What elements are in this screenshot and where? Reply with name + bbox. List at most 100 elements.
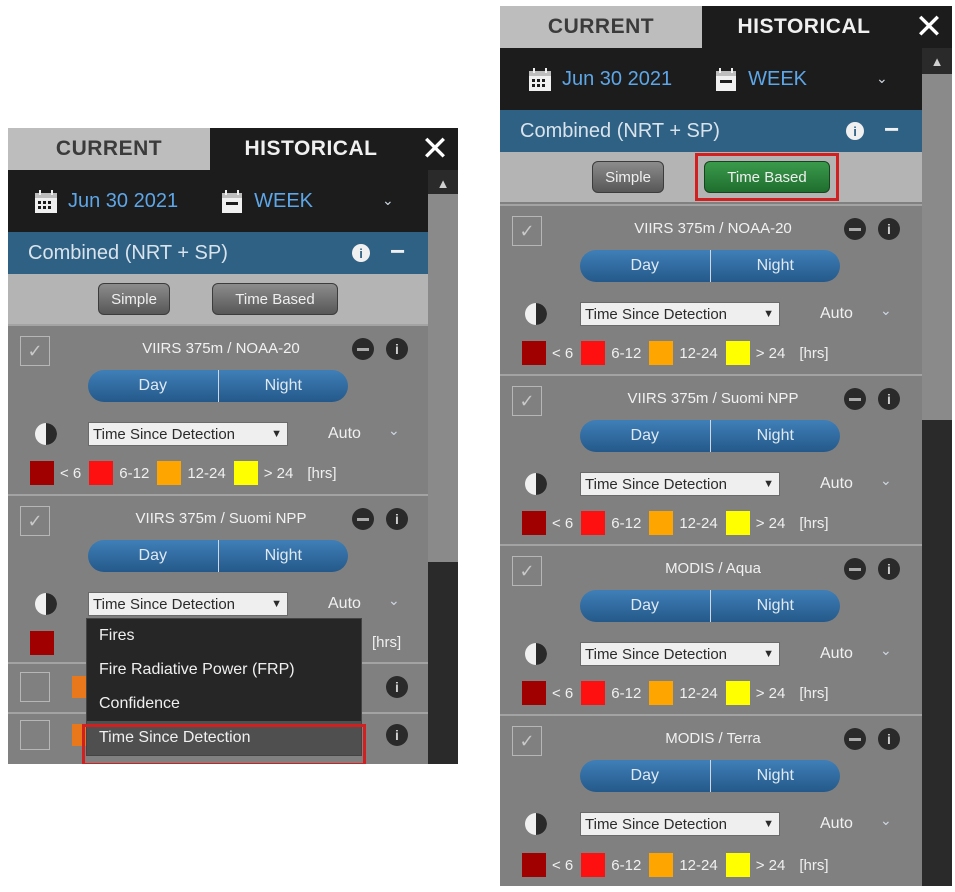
minus-icon[interactable] xyxy=(352,338,374,360)
day-button[interactable]: Day xyxy=(580,590,710,622)
auto-label[interactable]: Auto xyxy=(820,475,853,493)
day-night-toggle: Day Night xyxy=(580,760,840,792)
minus-icon[interactable]: − xyxy=(390,236,405,267)
source-title: Combined (NRT + SP) xyxy=(520,119,720,142)
day-button[interactable]: Day xyxy=(88,370,218,402)
list-calendar-icon[interactable] xyxy=(220,190,244,213)
calendar-icon[interactable] xyxy=(34,190,58,213)
chevron-down-icon[interactable]: ⌄ xyxy=(880,472,892,489)
chevron-down-icon[interactable]: ⌄ xyxy=(382,192,394,209)
dropdown-option[interactable]: Fires xyxy=(87,619,361,653)
info-icon[interactable]: i xyxy=(386,724,408,746)
color-by-select[interactable]: Time Since Detection ▼ xyxy=(580,472,780,496)
info-icon[interactable]: i xyxy=(386,338,408,360)
selection-highlight xyxy=(695,153,839,201)
info-icon[interactable]: i xyxy=(878,218,900,240)
color-by-select[interactable]: Time Since Detection ▼ xyxy=(580,302,780,326)
period-value[interactable]: WEEK xyxy=(748,68,807,91)
scrollbar[interactable]: ▲ xyxy=(922,48,952,886)
night-button[interactable]: Night xyxy=(709,590,840,622)
day-button[interactable]: Day xyxy=(580,760,710,792)
tab-current[interactable]: CURRENT xyxy=(500,6,702,48)
dropdown-option[interactable]: Confidence xyxy=(87,687,361,721)
minus-icon[interactable] xyxy=(844,728,866,750)
contrast-icon[interactable] xyxy=(522,300,550,328)
tab-historical[interactable]: HISTORICAL xyxy=(210,128,412,170)
minus-icon[interactable] xyxy=(844,388,866,410)
contrast-icon[interactable] xyxy=(522,470,550,498)
night-button[interactable]: Night xyxy=(709,760,840,792)
minus-icon[interactable] xyxy=(844,218,866,240)
scrollbar-thumb[interactable] xyxy=(922,74,952,420)
auto-label[interactable]: Auto xyxy=(328,595,361,613)
contrast-icon[interactable] xyxy=(32,590,60,618)
layer-checkbox[interactable]: ✓ xyxy=(512,726,542,756)
contrast-icon[interactable] xyxy=(522,640,550,668)
close-icon[interactable]: ✕ xyxy=(906,6,952,48)
time-based-button[interactable]: Time Based xyxy=(212,283,338,315)
layer-checkbox[interactable] xyxy=(20,720,50,750)
night-button[interactable]: Night xyxy=(709,420,840,452)
info-icon[interactable]: i xyxy=(386,676,408,698)
chevron-down-icon[interactable]: ⌄ xyxy=(388,592,400,609)
calendar-icon[interactable] xyxy=(528,68,552,91)
caret-up-icon[interactable]: ▲ xyxy=(428,176,458,191)
checkmark-icon: ✓ xyxy=(519,390,535,411)
scrollbar-thumb[interactable] xyxy=(428,194,458,562)
day-button[interactable]: Day xyxy=(580,250,710,282)
minus-icon[interactable]: − xyxy=(884,114,899,145)
color-by-select[interactable]: Time Since Detection ▼ xyxy=(88,592,288,616)
scrollbar[interactable]: ▲ xyxy=(428,170,458,764)
chevron-down-icon: ▼ xyxy=(271,428,282,440)
auto-label[interactable]: Auto xyxy=(820,645,853,663)
close-icon[interactable]: ✕ xyxy=(412,128,458,170)
tab-current[interactable]: CURRENT xyxy=(8,128,210,170)
auto-label[interactable]: Auto xyxy=(328,425,361,443)
color-by-select[interactable]: Time Since Detection ▼ xyxy=(580,812,780,836)
info-icon[interactable]: i xyxy=(878,558,900,580)
legend-swatch xyxy=(581,853,606,877)
minus-icon[interactable] xyxy=(352,508,374,530)
color-by-select[interactable]: Time Since Detection ▼ xyxy=(580,642,780,666)
date-value[interactable]: Jun 30 2021 xyxy=(68,190,178,213)
night-button[interactable]: Night xyxy=(217,370,348,402)
dropdown-option[interactable]: Fire Radiative Power (FRP) xyxy=(87,653,361,687)
layer-checkbox[interactable]: ✓ xyxy=(512,216,542,246)
date-bar: Jun 30 2021 WEEK ⌄ xyxy=(500,48,922,110)
simple-button[interactable]: Simple xyxy=(592,161,664,193)
day-button[interactable]: Day xyxy=(580,420,710,452)
chevron-down-icon[interactable]: ⌄ xyxy=(880,302,892,319)
chevron-down-icon[interactable]: ⌄ xyxy=(880,642,892,659)
legend-swatch xyxy=(522,681,546,705)
chevron-down-icon[interactable]: ⌄ xyxy=(388,422,400,439)
minus-icon[interactable] xyxy=(844,558,866,580)
day-button[interactable]: Day xyxy=(88,540,218,572)
tab-historical[interactable]: HISTORICAL xyxy=(702,6,906,48)
layer-checkbox[interactable]: ✓ xyxy=(20,336,50,366)
auto-label[interactable]: Auto xyxy=(820,305,853,323)
caret-up-icon[interactable]: ▲ xyxy=(922,54,952,69)
night-button[interactable]: Night xyxy=(217,540,348,572)
night-button[interactable]: Night xyxy=(709,250,840,282)
color-by-select[interactable]: Time Since Detection ▼ xyxy=(88,422,288,446)
info-icon[interactable]: i xyxy=(352,244,370,262)
layer-checkbox[interactable]: ✓ xyxy=(512,386,542,416)
simple-button[interactable]: Simple xyxy=(98,283,170,315)
contrast-icon[interactable] xyxy=(522,810,550,838)
date-value[interactable]: Jun 30 2021 xyxy=(562,68,672,91)
period-value[interactable]: WEEK xyxy=(254,190,313,213)
info-icon[interactable]: i xyxy=(386,508,408,530)
chevron-down-icon[interactable]: ⌄ xyxy=(876,70,888,87)
info-icon[interactable]: i xyxy=(846,122,864,140)
layer-checkbox[interactable] xyxy=(20,672,50,702)
contrast-icon[interactable] xyxy=(32,420,60,448)
layer-checkbox[interactable]: ✓ xyxy=(512,556,542,586)
layer-checkbox[interactable]: ✓ xyxy=(20,506,50,536)
chevron-down-icon: ▼ xyxy=(763,648,774,660)
auto-label[interactable]: Auto xyxy=(820,815,853,833)
info-icon[interactable]: i xyxy=(878,728,900,750)
tab-bar: CURRENT HISTORICAL xyxy=(500,6,906,48)
list-calendar-icon[interactable] xyxy=(714,68,738,91)
chevron-down-icon[interactable]: ⌄ xyxy=(880,812,892,829)
info-icon[interactable]: i xyxy=(878,388,900,410)
